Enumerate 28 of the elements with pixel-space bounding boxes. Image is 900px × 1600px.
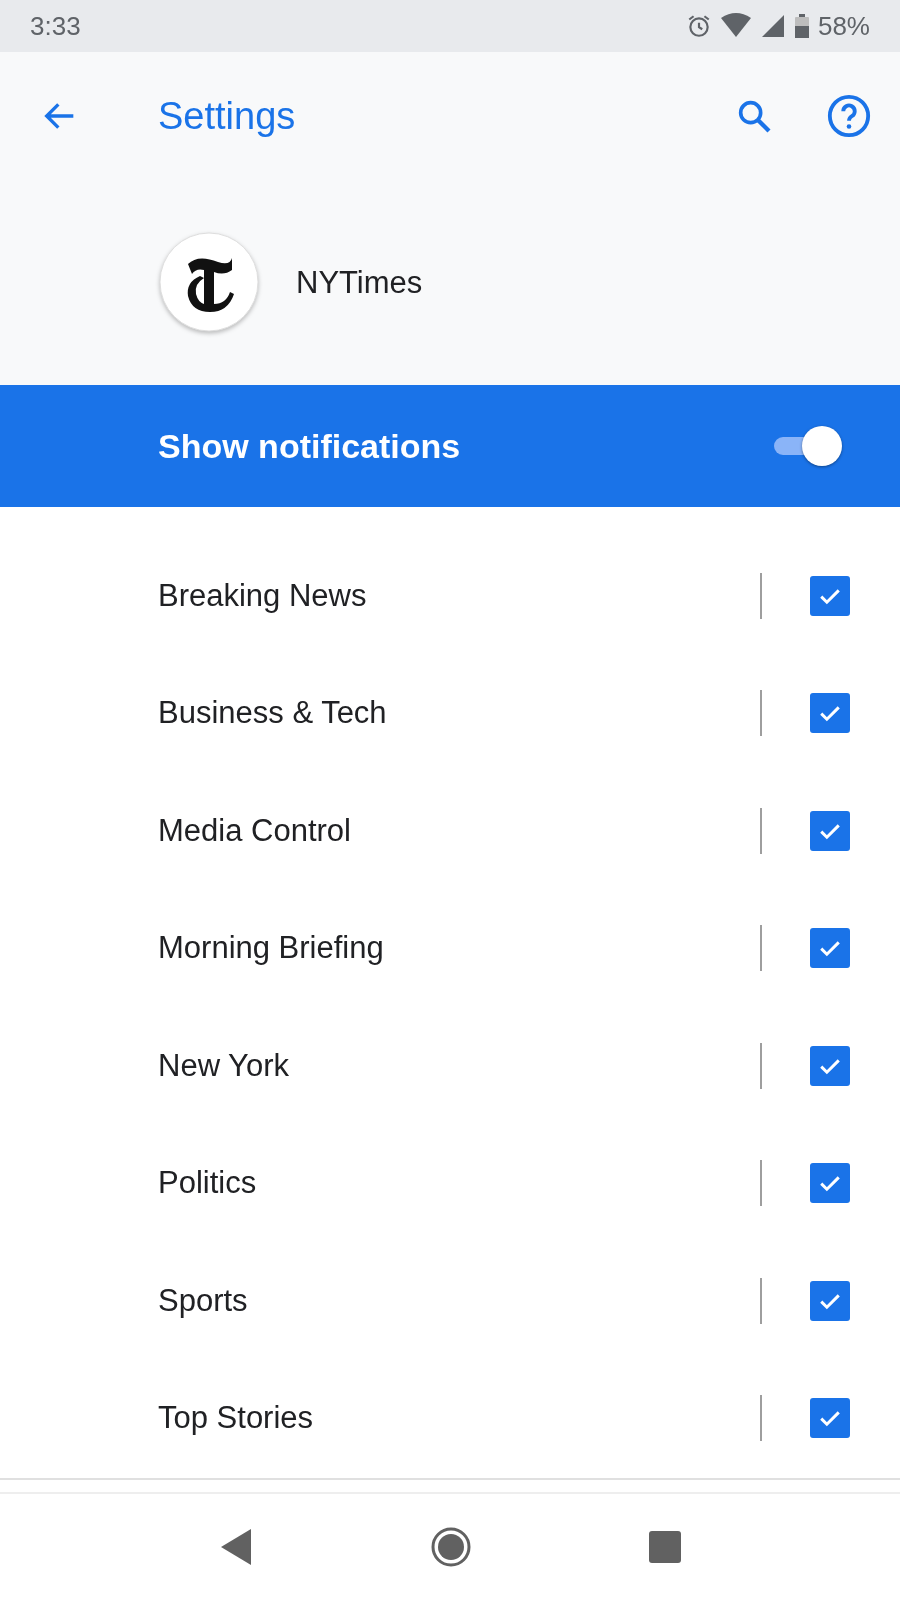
channel-name: New York (158, 1047, 290, 1084)
toggle-switch[interactable] (772, 426, 842, 466)
checkbox[interactable] (810, 928, 850, 969)
app-logo-icon (158, 231, 260, 334)
help-icon[interactable] (826, 93, 872, 139)
checkbox[interactable] (810, 1045, 850, 1086)
channel-name: Morning Briefing (158, 930, 385, 967)
back-icon[interactable] (219, 1528, 253, 1566)
channel-name: Sports (158, 1282, 249, 1319)
channel-name: Business & Tech (158, 695, 388, 732)
channel-name: Breaking News (158, 577, 368, 614)
checkbox[interactable] (810, 1280, 850, 1321)
app-name: NYTimes (296, 264, 423, 301)
home-icon[interactable] (431, 1527, 471, 1567)
channel-name: Top Stories (158, 1400, 315, 1437)
clock-time: 3:33 (30, 10, 81, 42)
channel-name: Media Control (158, 812, 352, 849)
battery-percentage: 58% (817, 10, 870, 42)
checkbox[interactable] (810, 575, 850, 616)
checkbox[interactable] (810, 810, 850, 851)
screen-title: Settings (158, 94, 296, 138)
battery-icon (793, 13, 810, 39)
checkbox[interactable] (810, 1398, 850, 1439)
switch-label: Show notifications (158, 426, 462, 466)
wifi-icon (719, 13, 752, 39)
checkbox[interactable] (810, 1163, 850, 1204)
checkbox[interactable] (810, 693, 850, 734)
channel-name: Politics (158, 1165, 258, 1202)
